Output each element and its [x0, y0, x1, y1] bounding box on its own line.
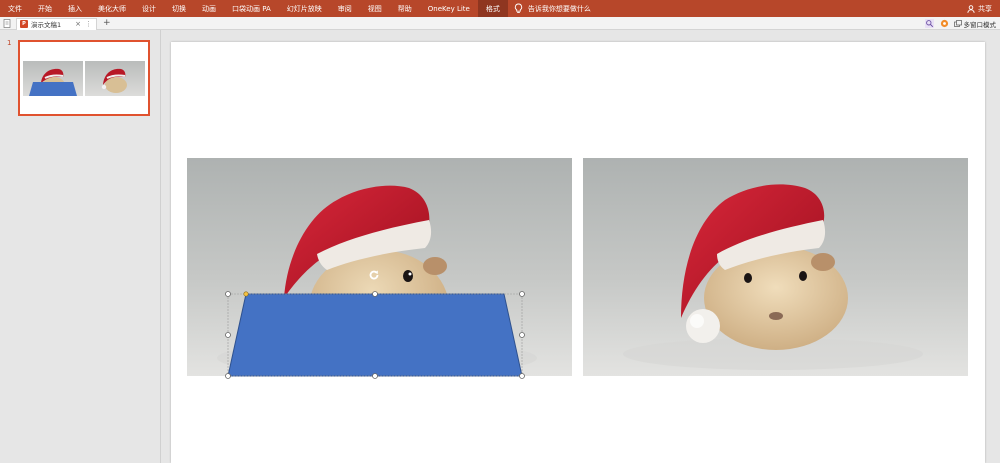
add-tab-button[interactable]: + [103, 18, 111, 28]
ribbon-tab-1[interactable]: 开始 [30, 0, 60, 17]
gear-icon[interactable] [940, 19, 949, 28]
ribbon-tab-10[interactable]: 视图 [360, 0, 390, 17]
slide-thumbnail-pane: 1 [0, 30, 161, 463]
multi-window-button[interactable]: 多窗口模式 [953, 19, 997, 29]
share-button[interactable]: 共享 [967, 0, 992, 17]
slide-thumbnail-1[interactable] [18, 40, 150, 116]
document-tab[interactable]: P 演示文稿1 × ⋮ [16, 17, 98, 30]
ribbon-tab-2[interactable]: 插入 [60, 0, 90, 17]
share-label: 共享 [978, 4, 992, 13]
ribbon-tab-4[interactable]: 设计 [134, 0, 164, 17]
ribbon-tab-3[interactable]: 美化大师 [90, 0, 134, 17]
tab-menu-icon[interactable]: ⋮ [85, 20, 92, 28]
ribbon-menubar: 文件 开始 插入 美化大师 设计 切换 动画 口袋动画 PA 幻灯片放映 审阅 视图 帮助 OneKey… [0, 0, 1000, 17]
ribbon-tabs: 文件 开始 插入 美化大师 设计 切换 动画 口袋动画 PA 幻灯片放映 审阅 视图 帮助 OneKey… [0, 0, 508, 17]
thumbnail-photo-right [85, 61, 145, 96]
ribbon-tab-0[interactable]: 文件 [0, 0, 30, 17]
person-icon [967, 4, 975, 13]
tell-me-text: 告诉我你想要做什么 [527, 4, 591, 13]
slide-canvas[interactable] [171, 42, 985, 463]
search-icon[interactable] [924, 19, 934, 28]
tell-me-search[interactable]: 告诉我你想要做什么 [514, 0, 591, 17]
slide-number: 1 [7, 39, 12, 47]
tabbar-right-tools: 多窗口模式 [919, 17, 997, 30]
ribbon-tab-6[interactable]: 动画 [194, 0, 224, 17]
ribbon-tab-13[interactable]: 格式 [477, 0, 508, 17]
ribbon-tab-8[interactable]: 幻灯片放映 [279, 0, 330, 17]
lightbulb-icon [514, 3, 522, 13]
ribbon-tab-5[interactable]: 切换 [164, 0, 194, 17]
multi-window-label: 多窗口模式 [963, 20, 997, 29]
rotate-handle-icon[interactable] [368, 269, 380, 281]
powerpoint-icon: P [20, 20, 28, 28]
ribbon-tab-9[interactable]: 审阅 [330, 0, 360, 17]
document-tab-title: 演示文稿1 [31, 21, 62, 29]
close-tab-icon[interactable]: × [75, 20, 81, 28]
trapezoid-shape-selected[interactable] [224, 291, 526, 379]
ribbon-tab-7[interactable]: 口袋动画 PA [224, 0, 279, 17]
ribbon-tab-12[interactable]: OneKey Lite [420, 0, 478, 17]
thumbnail-trapezoid-shape [29, 82, 77, 96]
photo-guinea-pig-right[interactable] [583, 158, 968, 376]
document-tabbar: P 演示文稿1 × ⋮ + 多窗口模式 [0, 17, 1000, 30]
document-list-icon[interactable] [3, 18, 12, 28]
ribbon-tab-11[interactable]: 帮助 [390, 0, 420, 17]
multi-window-icon [953, 20, 962, 27]
